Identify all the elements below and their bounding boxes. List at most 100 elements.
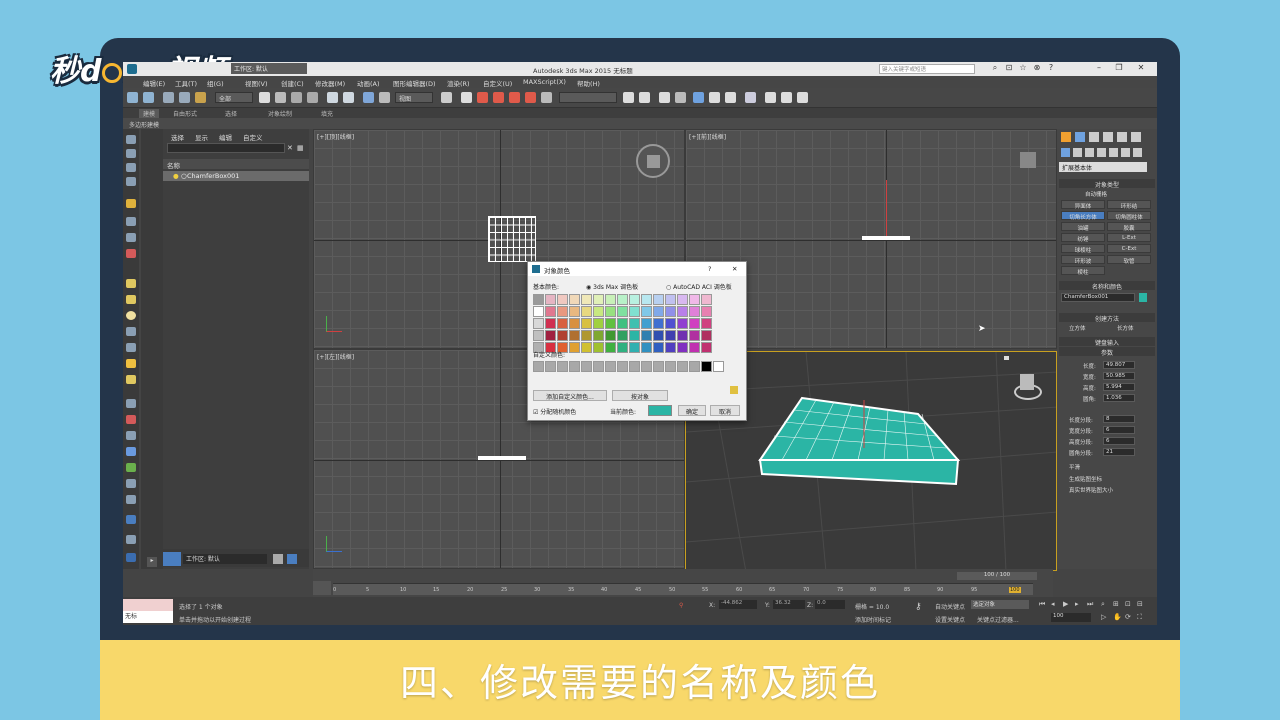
max-palette-radio[interactable]: ◉ 3ds Max 调色板 bbox=[586, 282, 638, 291]
helpers-icon[interactable] bbox=[126, 233, 136, 242]
layers-icon[interactable] bbox=[273, 554, 283, 564]
color-swatch[interactable] bbox=[569, 318, 580, 329]
color-swatch[interactable] bbox=[581, 342, 592, 353]
snap-toggle-icon[interactable] bbox=[477, 92, 488, 103]
zoom-all-icon[interactable]: ⊞ bbox=[1113, 600, 1119, 608]
utilities-tab-icon[interactable] bbox=[1131, 132, 1141, 142]
maximize-viewport-icon[interactable]: ⛶ bbox=[1137, 613, 1142, 622]
color-swatch[interactable] bbox=[641, 294, 652, 305]
current-color-swatch[interactable] bbox=[648, 405, 672, 416]
track-bar[interactable]: 0 5 10 15 20 25 30 35 40 45 50 55 60 65 … bbox=[333, 583, 1033, 595]
chamferbox-left-view[interactable] bbox=[478, 456, 526, 460]
gen-uv-checkbox[interactable]: 生成贴图坐标 bbox=[1069, 475, 1102, 483]
menu-help[interactable]: 帮助(H) bbox=[577, 78, 600, 88]
goto-start-icon[interactable]: ⏮ bbox=[1039, 600, 1045, 609]
create-tab-icon[interactable] bbox=[1061, 132, 1071, 142]
viewport-front-label[interactable]: [+][前][线框] bbox=[689, 132, 726, 141]
color-swatch[interactable] bbox=[689, 306, 700, 317]
color-swatch[interactable] bbox=[605, 318, 616, 329]
torus-knot-button[interactable]: 环形结 bbox=[1107, 200, 1151, 210]
place-icon[interactable] bbox=[379, 92, 390, 103]
tab-object-paint[interactable]: 对象绘制 bbox=[268, 109, 292, 118]
menu-modifiers[interactable]: 修改器(M) bbox=[315, 78, 345, 88]
visibility-icon[interactable]: ○ bbox=[181, 172, 187, 180]
color-swatch[interactable] bbox=[677, 342, 688, 353]
custom-swatch[interactable] bbox=[713, 361, 724, 372]
render-production-icon[interactable] bbox=[797, 92, 808, 103]
explorer-layout-icon[interactable] bbox=[163, 552, 181, 566]
box-prim-icon[interactable] bbox=[126, 279, 136, 288]
cube-radio[interactable]: 立方体 bbox=[1069, 324, 1086, 332]
undo-icon[interactable] bbox=[127, 92, 138, 103]
color-swatch[interactable] bbox=[677, 294, 688, 305]
spinner-snap-icon[interactable] bbox=[525, 92, 536, 103]
plane-icon[interactable] bbox=[126, 431, 136, 440]
color-swatch[interactable] bbox=[557, 330, 568, 341]
color-swatch[interactable] bbox=[653, 342, 664, 353]
color-swatch[interactable] bbox=[629, 318, 640, 329]
select-object-icon[interactable] bbox=[259, 92, 270, 103]
explorer-search-input[interactable] bbox=[167, 143, 285, 153]
chamferbox-top-view[interactable] bbox=[488, 216, 536, 262]
color-swatch[interactable] bbox=[569, 294, 580, 305]
color-swatch[interactable] bbox=[569, 342, 580, 353]
motion-tab-icon[interactable] bbox=[1103, 132, 1113, 142]
chamfer-box-button[interactable]: 切角长方体 bbox=[1061, 211, 1105, 221]
torus-icon[interactable] bbox=[126, 375, 136, 384]
color-swatch[interactable] bbox=[701, 306, 712, 317]
systems-cat-icon[interactable] bbox=[1133, 148, 1142, 157]
next-frame-icon[interactable]: ▸ bbox=[1075, 600, 1079, 608]
ribbon-polygon-modeling[interactable]: 多边形建模 bbox=[129, 120, 159, 129]
bind-space-warp-icon[interactable] bbox=[195, 92, 206, 103]
menu-maxscript[interactable]: MAXScript(X) bbox=[523, 78, 566, 86]
named-selection-dropdown[interactable] bbox=[559, 92, 617, 103]
custom-swatch[interactable] bbox=[629, 361, 640, 372]
explorer-row[interactable]: ● ○ ChamferBox001 bbox=[163, 171, 309, 181]
search-input[interactable]: 键入关键字或短语 bbox=[879, 64, 975, 74]
viewcube-front[interactable] bbox=[1020, 152, 1036, 168]
c-ext-button[interactable]: C-Ext bbox=[1107, 244, 1151, 253]
custom-swatch[interactable] bbox=[677, 361, 688, 372]
color-swatch[interactable] bbox=[533, 294, 544, 305]
color-swatch[interactable] bbox=[629, 342, 640, 353]
width-segs-field[interactable]: 6 bbox=[1103, 426, 1135, 434]
color-swatch[interactable] bbox=[629, 330, 640, 341]
color-swatch[interactable] bbox=[665, 306, 676, 317]
add-custom-color-button[interactable]: 添加自定义颜色... bbox=[533, 390, 607, 401]
color-swatch[interactable] bbox=[581, 330, 592, 341]
name-color-rollout[interactable]: 名称和颜色 bbox=[1059, 281, 1155, 291]
ringwave-button[interactable]: 环形波 bbox=[1061, 255, 1105, 265]
color-swatch[interactable] bbox=[593, 306, 604, 317]
custom-swatch[interactable] bbox=[569, 361, 580, 372]
camera-icon[interactable] bbox=[126, 217, 136, 226]
menu-group[interactable]: 组(G) bbox=[207, 78, 224, 88]
color-swatch[interactable] bbox=[641, 306, 652, 317]
shapes-icon[interactable] bbox=[1073, 148, 1082, 157]
custom-swatch[interactable] bbox=[701, 361, 712, 372]
zoom-extents-icon[interactable]: ⊡ bbox=[1125, 600, 1131, 608]
color-swatch[interactable] bbox=[569, 330, 580, 341]
reference-coord-dropdown[interactable]: 视图 bbox=[395, 92, 433, 103]
hierarchy-icon[interactable] bbox=[126, 177, 136, 186]
object-color-swatch[interactable] bbox=[1139, 293, 1147, 302]
mirror-icon[interactable] bbox=[623, 92, 634, 103]
edit-named-sel-icon[interactable] bbox=[541, 92, 552, 103]
lights-icon[interactable] bbox=[1085, 148, 1094, 157]
chamferbox-front-view[interactable] bbox=[862, 236, 910, 240]
teapot-icon[interactable] bbox=[126, 415, 136, 424]
zoom-icon[interactable]: ⌕ bbox=[1101, 600, 1105, 609]
help-icon[interactable]: ? bbox=[1045, 63, 1057, 75]
height-segs-field[interactable]: 6 bbox=[1103, 437, 1135, 445]
select-by-name-icon[interactable] bbox=[275, 92, 286, 103]
length-segs-field[interactable]: 8 bbox=[1103, 415, 1135, 423]
color-swatch[interactable] bbox=[677, 306, 688, 317]
color-swatch[interactable] bbox=[701, 318, 712, 329]
color-swatch[interactable] bbox=[665, 342, 676, 353]
color-swatch[interactable] bbox=[617, 330, 628, 341]
custom-swatch[interactable] bbox=[557, 361, 568, 372]
goto-end-icon[interactable]: ⏭ bbox=[1087, 600, 1093, 609]
color-swatch[interactable] bbox=[641, 330, 652, 341]
zoom-extents-all-icon[interactable]: ⊟ bbox=[1137, 600, 1143, 608]
scale-icon[interactable] bbox=[363, 92, 374, 103]
search-icon[interactable]: ⌕ bbox=[989, 63, 1001, 75]
